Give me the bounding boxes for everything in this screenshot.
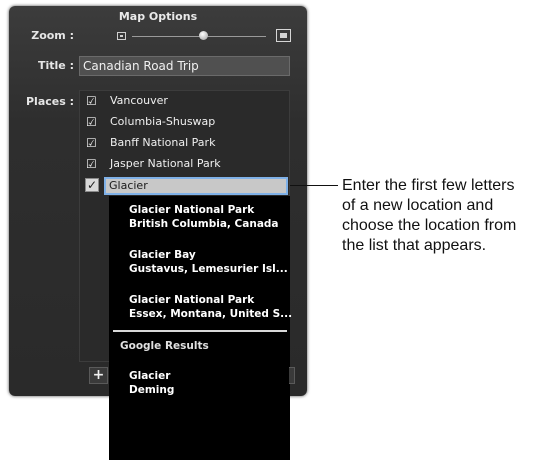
add-place-button[interactable]: + bbox=[89, 367, 108, 384]
suggestion-detail: Deming bbox=[129, 384, 175, 396]
suggestion-detail: Gustavus, Lemesurier Isl... bbox=[129, 263, 288, 275]
place-label: Vancouver bbox=[110, 94, 168, 107]
zoom-label: Zoom : bbox=[31, 29, 74, 42]
title-field[interactable]: Canadian Road Trip bbox=[79, 56, 290, 76]
place-label: Columbia-Shuswap bbox=[110, 115, 216, 128]
suggestion-name: Glacier National Park bbox=[129, 204, 255, 216]
suggestion-name: Glacier bbox=[129, 370, 171, 382]
zoom-slider-thumb[interactable] bbox=[199, 31, 208, 40]
suggestions-dropdown: Glacier National Park British Columbia, … bbox=[109, 196, 292, 460]
suggestion-item[interactable]: Glacier National Park Essex, Montana, Un… bbox=[129, 293, 292, 321]
places-label: Places : bbox=[25, 95, 74, 108]
title-label: Title : bbox=[38, 59, 74, 72]
suggestion-name: Glacier Bay bbox=[129, 249, 196, 261]
place-label: Banff National Park bbox=[110, 136, 216, 149]
checkbox[interactable]: ☑ bbox=[86, 95, 97, 107]
suggestion-item[interactable]: Glacier National Park British Columbia, … bbox=[129, 203, 279, 231]
callout-line bbox=[290, 185, 338, 186]
suggestion-item[interactable]: Glacier Bay Gustavus, Lemesurier Isl... bbox=[129, 248, 288, 276]
glacier-checkbox[interactable]: ✓ bbox=[85, 178, 99, 192]
suggestion-name: Glacier National Park bbox=[129, 294, 255, 306]
panel-title: Map Options bbox=[118, 10, 198, 23]
checkbox[interactable]: ☑ bbox=[86, 116, 97, 128]
place-search-input[interactable]: Glacier bbox=[104, 177, 288, 195]
zoom-out-icon[interactable] bbox=[117, 32, 126, 40]
suggestion-detail: Essex, Montana, United S... bbox=[129, 308, 293, 320]
remove-place-button[interactable] bbox=[289, 367, 295, 384]
callout-text: Enter the first few letters of a new loc… bbox=[342, 177, 517, 254]
zoom-in-icon[interactable] bbox=[276, 29, 291, 42]
checkbox[interactable]: ☑ bbox=[86, 158, 97, 170]
google-results-header: Google Results bbox=[120, 340, 209, 352]
place-label: Jasper National Park bbox=[110, 157, 221, 170]
suggestion-detail: British Columbia, Canada bbox=[129, 218, 279, 230]
checkbox[interactable]: ☑ bbox=[86, 137, 97, 149]
google-result-item[interactable]: Glacier Deming bbox=[129, 369, 174, 397]
dropdown-divider bbox=[113, 330, 287, 332]
